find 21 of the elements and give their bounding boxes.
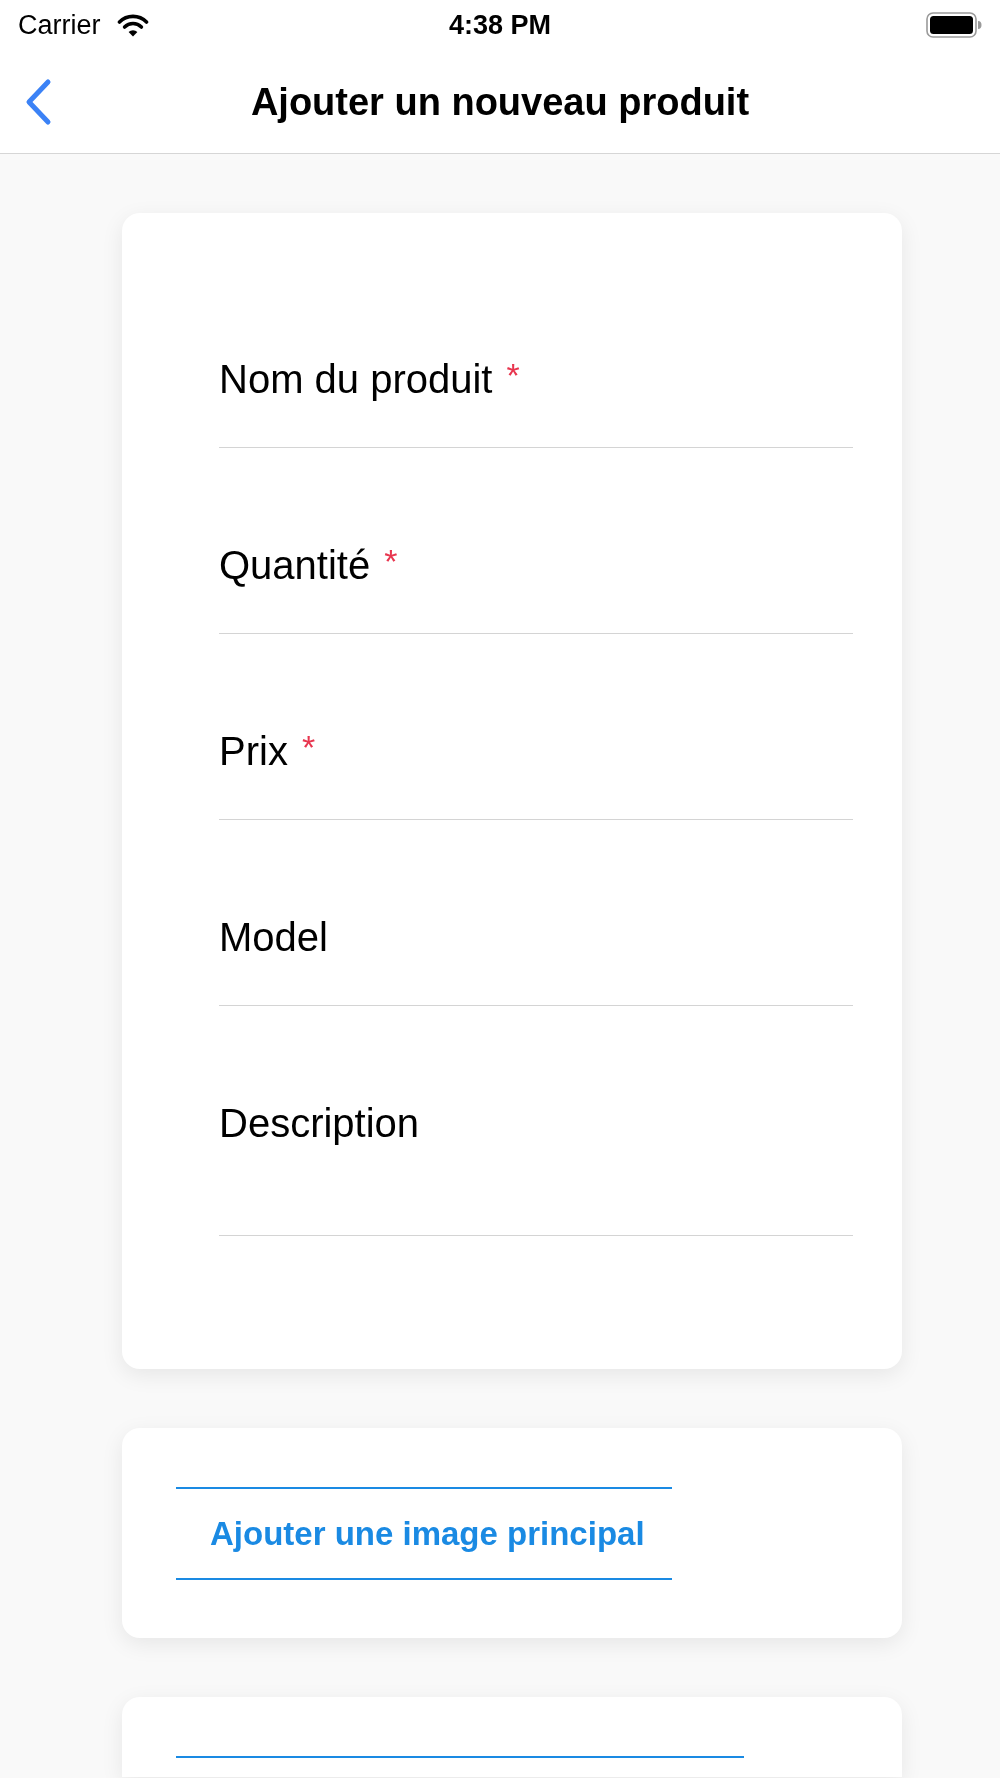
field-label: Nom du produit xyxy=(219,356,493,403)
field-label: Description xyxy=(219,1100,420,1147)
input-field[interactable]: Prix * xyxy=(219,634,853,820)
input-field[interactable]: Nom du produit * xyxy=(219,262,853,448)
required-asterisk: * xyxy=(384,541,398,581)
wifi-icon xyxy=(116,13,149,37)
battery-icon xyxy=(926,12,982,38)
screen-title: Ajouter un nouveau produit xyxy=(250,79,750,125)
input-field[interactable]: Quantité * xyxy=(219,448,853,634)
back-icon xyxy=(24,77,52,126)
field-label: Prix xyxy=(219,728,288,775)
field-label: Model xyxy=(219,914,328,961)
required-asterisk: * xyxy=(506,355,520,395)
carrier-label: Carrier xyxy=(18,9,101,41)
input-field[interactable]: Model xyxy=(219,820,853,1006)
status-time: 4:38 PM xyxy=(448,9,551,41)
required-asterisk: * xyxy=(301,727,316,767)
back-button[interactable] xyxy=(24,77,52,126)
add-image-button[interactable]: Ajouter une image principal xyxy=(176,1487,672,1580)
input-field[interactable]: Description xyxy=(219,1006,853,1236)
field-label: Quantité xyxy=(219,542,371,589)
